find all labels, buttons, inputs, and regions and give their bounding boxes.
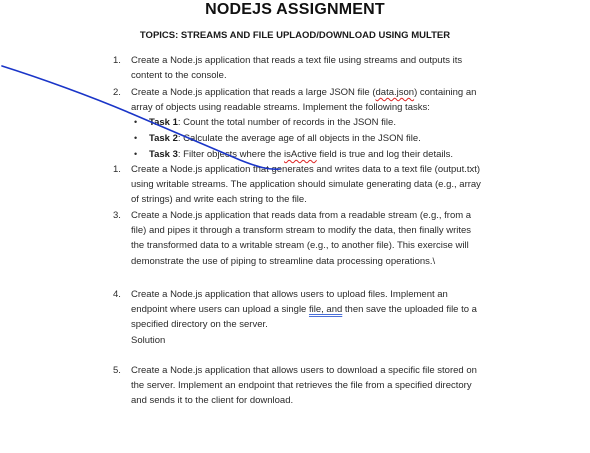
task-label: Task 1 (149, 117, 178, 128)
text-run: Create a Node.js application that reads … (131, 87, 376, 98)
task-text: : Filter objects where the (177, 149, 285, 160)
list-item-line: demonstrate the use of piping to streaml… (131, 255, 436, 267)
list-item-line: Create a Node.js application that genera… (131, 164, 481, 175)
list-item-line: content to the console. (131, 70, 227, 82)
list-number: 5. (113, 365, 121, 376)
text-run: endpoint where users can upload a single (131, 304, 309, 316)
list-number: 3. (113, 210, 121, 221)
document-title: NODEJS ASSIGNMENT (205, 1, 385, 18)
list-item-line: and sends it to the client for download. (131, 395, 294, 407)
list-item: 5. Create a Node.js application that all… (113, 363, 531, 409)
list-number: 4. (113, 289, 121, 300)
list-item-line: specified directory on the server. (131, 319, 268, 331)
list-number: 2. (113, 87, 121, 98)
document-page: NODEJS ASSIGNMENT TOPICS: STREAMS AND FI… (0, 0, 590, 453)
task-text: : Count the total number of records in t… (177, 117, 396, 128)
list-item-line: file) and pipes it through a transform s… (131, 225, 472, 237)
list-item-line: Create a Node.js application that reads … (131, 210, 472, 221)
list-item-line: Create a Node.js application that reads … (131, 85, 531, 100)
text-run: ) containing an (414, 87, 477, 98)
list-item-line: Solution (131, 334, 166, 346)
list-item: 3. Create a Node.js application that rea… (113, 208, 531, 269)
list-item-line: the transformed data to a writable strea… (131, 240, 469, 252)
list-item-line: array of objects using readable streams.… (131, 102, 430, 114)
bullet-icon: • (134, 133, 138, 143)
list-item-line: Create a Node.js application that allows… (131, 289, 448, 300)
list-number: 1. (113, 164, 121, 175)
list-item-line: Create a Node.js application that allows… (131, 365, 477, 376)
text-run: then save the uploaded file to a (342, 304, 477, 316)
task-label: Task 3 (149, 149, 178, 160)
task-label: Task 2 (149, 133, 178, 144)
list-item: 1. Create a Node.js application that rea… (113, 53, 531, 83)
list-item: 2. Create a Node.js application that rea… (113, 85, 531, 115)
bullet-icon: • (134, 149, 138, 159)
list-item-line: endpoint where users can upload a single… (131, 302, 531, 317)
document-subtitle: TOPICS: STREAMS AND FILE UPLAOD/DOWNLOAD… (139, 30, 451, 41)
grammar-check-word: file, and (308, 304, 343, 316)
task-text: field is true and log their details. (316, 149, 453, 160)
list-number: 1. (113, 55, 121, 66)
list-item-line: of strings) and write each string to the… (131, 194, 307, 206)
spellcheck-word: isActive (284, 149, 317, 160)
spellcheck-word: data.json (375, 87, 415, 98)
list-item-line: the server. Implement an endpoint that r… (131, 380, 472, 392)
list-item: 4. Create a Node.js application that all… (113, 287, 531, 348)
bullet-icon: • (134, 117, 138, 127)
list-item: 1. Create a Node.js application that gen… (113, 162, 531, 208)
list-item-line: using writable streams. The application … (131, 179, 481, 191)
task-text: : Calculate the average age of all objec… (177, 133, 421, 144)
list-item-line: Create a Node.js application that reads … (131, 55, 463, 66)
